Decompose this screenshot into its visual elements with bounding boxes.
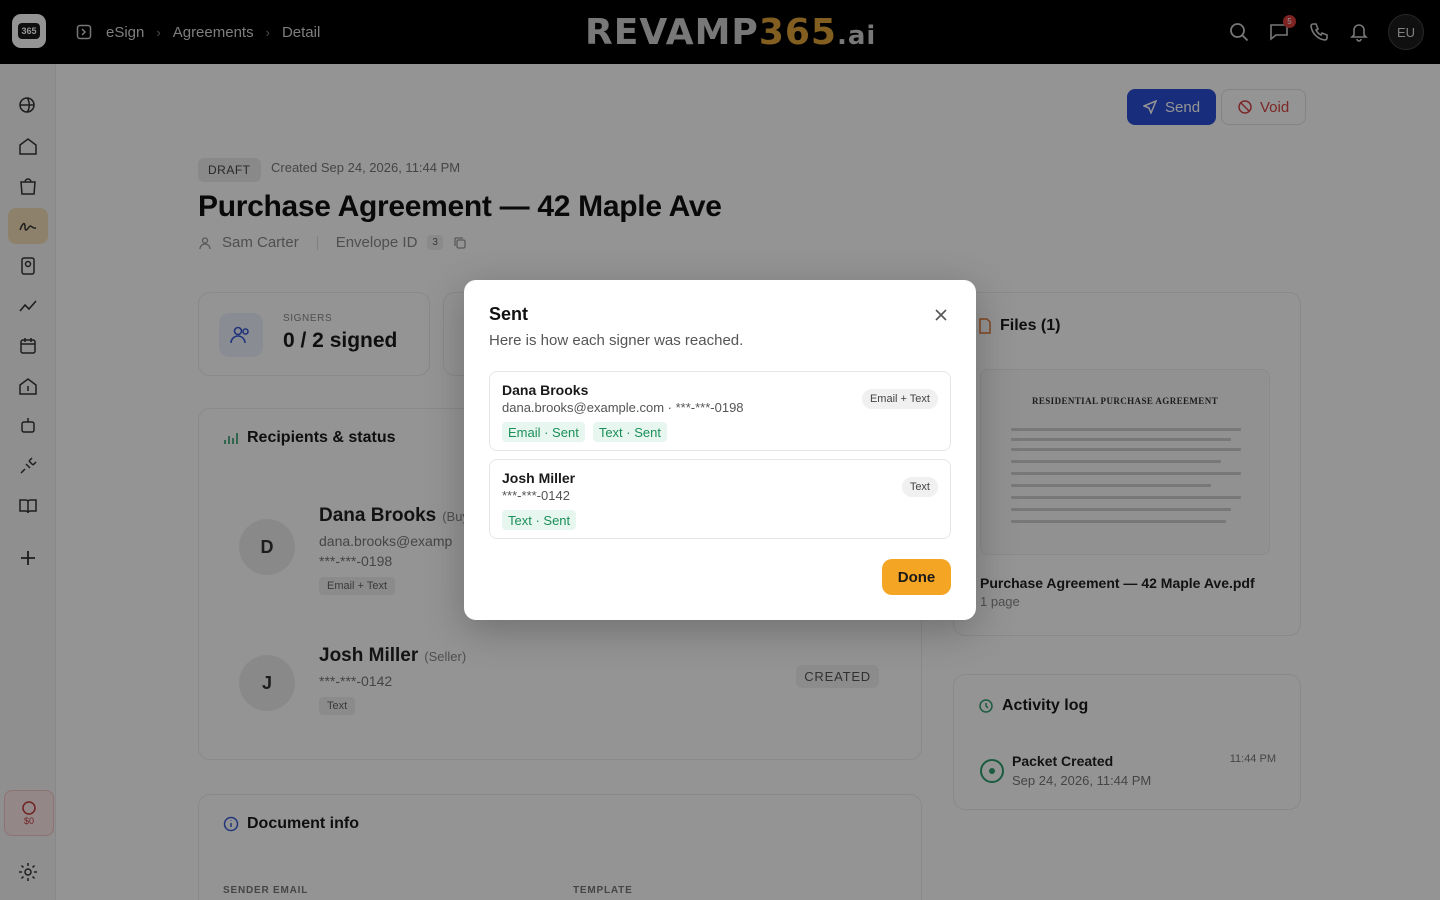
signer-name: Dana Brooks — [502, 382, 589, 398]
done-button[interactable]: Done — [882, 559, 951, 595]
delivery-status-chip: Email · Sent — [502, 422, 585, 442]
dialog-subtitle: Here is how each signer was reached. — [489, 332, 744, 349]
delivery-chips: Email · Sent Text · Sent — [502, 422, 667, 442]
signer-result-row: Dana Brooks dana.brooks@example.com · **… — [489, 371, 951, 451]
signer-method-badge: Text — [901, 477, 938, 497]
delivery-status-chip: Text · Sent — [502, 510, 577, 530]
sent-dialog: Sent Here is how each signer was reached… — [464, 280, 976, 620]
signer-result-row: Josh Miller ***-***-0142 Text Text · Sen… — [489, 459, 951, 539]
signer-method-badge: Email + Text — [861, 389, 938, 409]
delivery-status-chip: Text · Sent — [592, 422, 667, 442]
dialog-title: Sent — [489, 304, 529, 324]
close-icon[interactable] — [930, 304, 952, 326]
delivery-chips: Text · Sent — [502, 510, 577, 530]
signer-contact: dana.brooks@example.com · ***-***-0198 — [502, 400, 744, 415]
signer-name: Josh Miller — [502, 470, 576, 486]
signer-contact: ***-***-0142 — [502, 488, 570, 503]
